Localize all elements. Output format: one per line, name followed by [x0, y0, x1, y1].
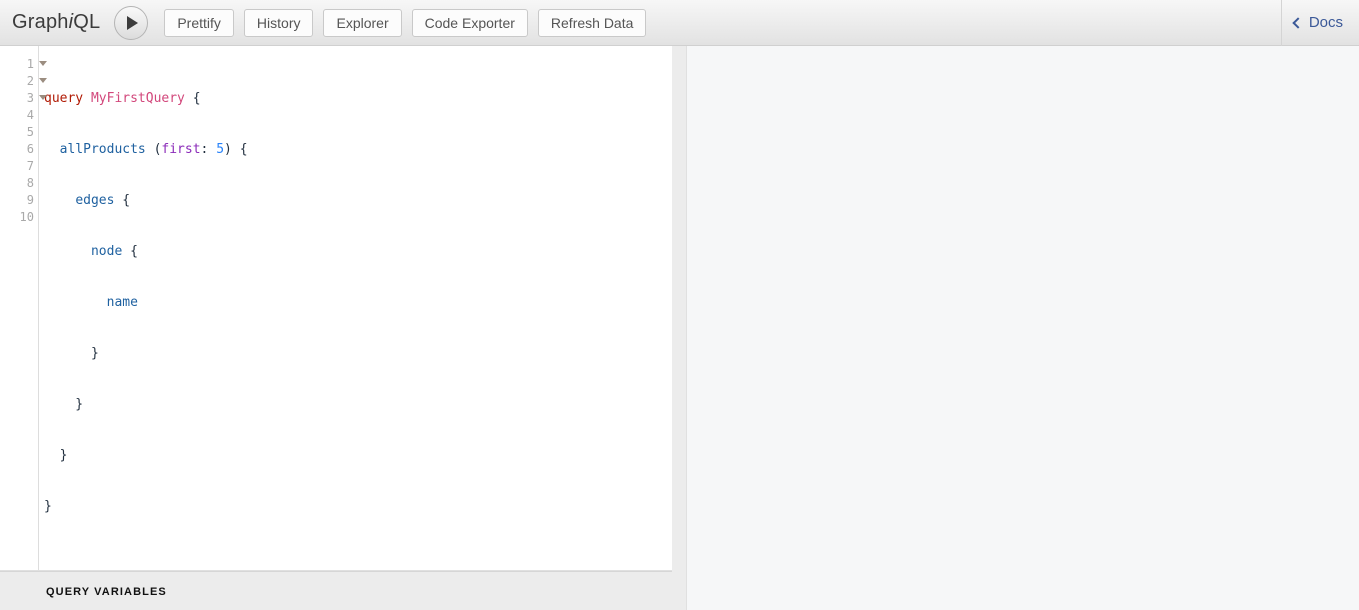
- prettify-button[interactable]: Prettify: [164, 8, 234, 37]
- token-paren: ): [224, 142, 232, 157]
- code-line-4: node {: [44, 243, 672, 260]
- refresh-data-button[interactable]: Refresh Data: [537, 8, 647, 37]
- token-brace: {: [192, 91, 201, 106]
- play-icon: [127, 15, 139, 30]
- token-keyword: query: [44, 91, 84, 106]
- gutter-line[interactable]: 9: [0, 192, 38, 209]
- code-line-5: name: [44, 294, 672, 311]
- token-field-name: name: [106, 295, 138, 310]
- fold-arrow-icon[interactable]: [39, 61, 47, 66]
- token-argument-first: first: [161, 142, 201, 157]
- chevron-left-icon: [1292, 16, 1304, 29]
- gutter-line[interactable]: 6: [0, 141, 38, 158]
- graphiql-logo: GraphiQL: [12, 11, 100, 34]
- editor-pane: 1 2 3 4 5 6 7 8 9 10 query MyFirstQuery …: [0, 46, 672, 610]
- token-number: 5: [216, 142, 225, 157]
- line-number: 3: [26, 91, 34, 105]
- line-number: 6: [26, 142, 34, 156]
- token-field-edges: edges: [75, 193, 115, 208]
- line-number: 7: [26, 159, 34, 173]
- toolbar: GraphiQL Prettify History Explorer Code …: [0, 0, 1359, 46]
- history-button[interactable]: History: [243, 8, 314, 37]
- explorer-button[interactable]: Explorer: [323, 8, 402, 37]
- fold-arrow-icon[interactable]: [39, 95, 47, 100]
- query-editor[interactable]: 1 2 3 4 5 6 7 8 9 10 query MyFirstQuery …: [0, 46, 672, 571]
- token-brace: {: [130, 244, 138, 259]
- line-number-gutter: 1 2 3 4 5 6 7 8 9 10: [0, 46, 47, 570]
- line-number: 4: [26, 108, 34, 122]
- result-output: [687, 46, 1359, 66]
- token-operation-name: MyFirstQuery: [90, 91, 185, 106]
- logo-suffix: QL: [73, 11, 101, 33]
- logo-prefix: Graph: [12, 11, 69, 33]
- graphiql-app: GraphiQL Prettify History Explorer Code …: [0, 0, 1359, 610]
- gutter-line[interactable]: 4: [0, 107, 38, 124]
- gutter-line[interactable]: 1: [0, 56, 47, 73]
- code-line-3: edges {: [44, 192, 672, 209]
- token-colon: :: [200, 142, 209, 157]
- code-line-1: query MyFirstQuery {: [44, 90, 672, 107]
- code-line-7: }: [44, 397, 84, 412]
- line-number: 10: [19, 210, 34, 224]
- gutter-line[interactable]: 10: [0, 209, 38, 226]
- token-field-allproducts: allProducts: [59, 142, 146, 157]
- gutter-line[interactable]: 7: [0, 158, 38, 175]
- main-split: 1 2 3 4 5 6 7 8 9 10 query MyFirstQuery …: [0, 46, 1359, 610]
- line-number: 8: [26, 176, 34, 190]
- docs-label: Docs: [1308, 14, 1343, 31]
- code-line-6: }: [44, 346, 99, 361]
- code-exporter-button[interactable]: Code Exporter: [411, 8, 528, 37]
- line-number: 1: [26, 57, 34, 71]
- token-brace: {: [239, 142, 248, 157]
- gutter-line[interactable]: 5: [0, 124, 38, 141]
- gutter-line[interactable]: 8: [0, 175, 38, 192]
- token-field-node: node: [90, 244, 123, 259]
- query-variables-title[interactable]: QUERY VARIABLES: [0, 572, 672, 610]
- variable-editor: QUERY VARIABLES: [0, 571, 672, 610]
- docs-link[interactable]: Docs: [1282, 0, 1359, 46]
- line-number: 5: [26, 125, 34, 139]
- pane-drag-handle[interactable]: [672, 46, 687, 610]
- code-line-2: allProducts (first: 5) {: [44, 141, 672, 158]
- gutter-line[interactable]: 2: [0, 73, 47, 90]
- query-code[interactable]: query MyFirstQuery { allProducts (first:…: [39, 46, 672, 570]
- execute-query-button[interactable]: [114, 5, 149, 40]
- line-number: 9: [26, 193, 34, 207]
- code-line-9: }: [44, 499, 52, 514]
- line-number: 2: [26, 74, 34, 88]
- code-line-8: }: [44, 448, 68, 463]
- token-brace: {: [122, 193, 131, 208]
- gutter-line[interactable]: 3: [0, 90, 47, 107]
- result-pane: [687, 46, 1359, 610]
- fold-arrow-icon[interactable]: [39, 78, 47, 83]
